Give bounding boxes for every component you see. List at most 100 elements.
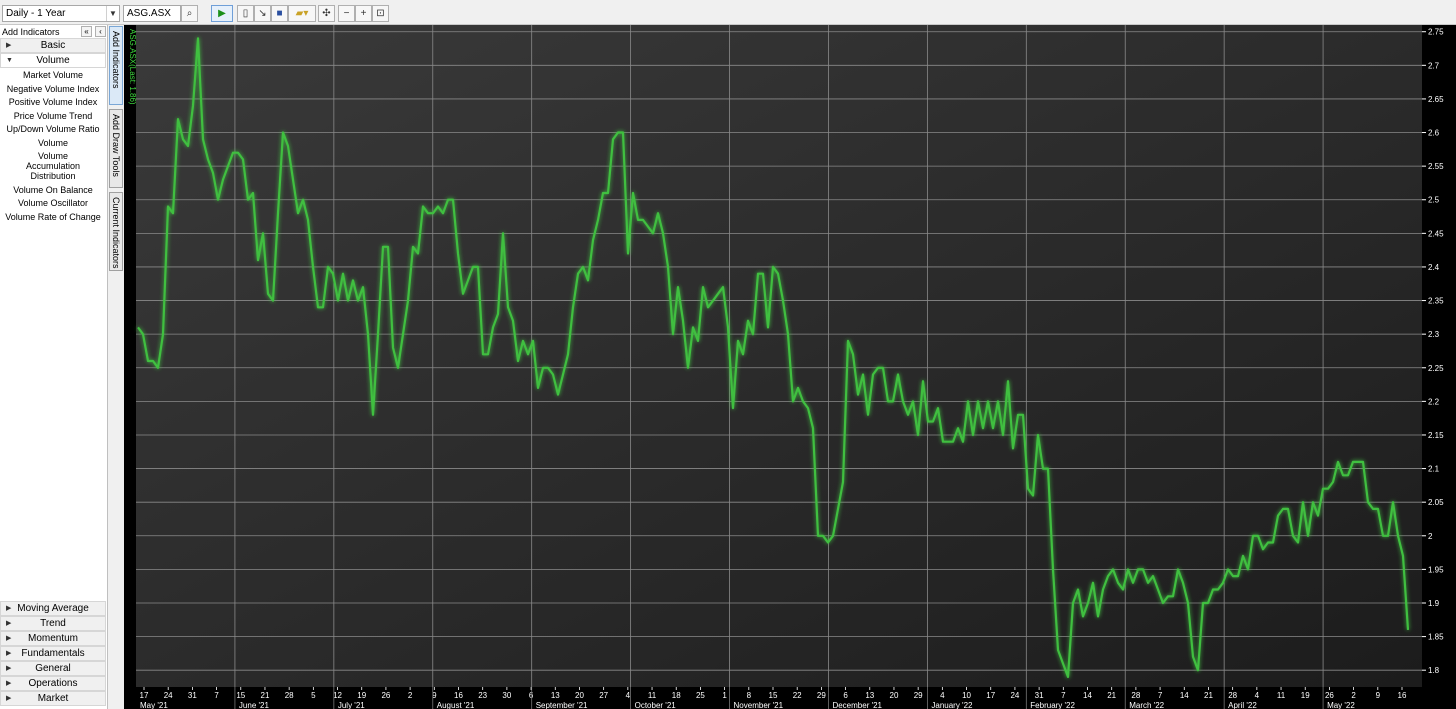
x-tick-label: 7: [1158, 691, 1163, 700]
category-moving-average[interactable]: ▶ Moving Average: [0, 601, 106, 616]
open-icon[interactable]: ▰▾: [288, 5, 316, 22]
chevron-left-icon[interactable]: ‹: [95, 26, 106, 37]
save-icon[interactable]: ■: [271, 5, 288, 22]
x-tick-label: 11: [1277, 691, 1286, 700]
settings-icon[interactable]: ✣: [318, 5, 335, 22]
x-tick-label: 25: [696, 691, 705, 700]
x-month-label: March '22: [1129, 701, 1164, 709]
indicator-item[interactable]: Volume Oscillator: [0, 196, 106, 210]
y-tick-label: 2.35: [1428, 297, 1444, 306]
chevron-right-icon: ▶: [6, 620, 12, 627]
y-tick-label: 2.15: [1428, 431, 1444, 440]
category-operations[interactable]: ▶ Operations: [0, 676, 106, 691]
chevron-down-icon: ▼: [6, 57, 13, 64]
indicator-item[interactable]: Volume Accumulation Distribution: [0, 149, 106, 183]
y-tick-label: 1.85: [1428, 633, 1444, 642]
category-label: General: [35, 663, 71, 674]
symbol-input[interactable]: ASG.ASX: [123, 5, 181, 22]
y-tick-label: 2.25: [1428, 364, 1444, 373]
indicator-item[interactable]: Price Volume Trend: [0, 109, 106, 123]
x-tick-label: 29: [914, 691, 923, 700]
double-chevron-left-icon[interactable]: «: [81, 26, 92, 37]
indicator-item[interactable]: Negative Volume Index: [0, 82, 106, 96]
tab-add-indicators[interactable]: Add Indicators: [109, 26, 123, 105]
indicator-item[interactable]: Volume Rate of Change: [0, 210, 106, 224]
x-tick-label: 22: [793, 691, 802, 700]
x-tick-label: 21: [1204, 691, 1213, 700]
indicator-item[interactable]: Volume On Balance: [0, 183, 106, 197]
export-icon[interactable]: ↘: [254, 5, 271, 22]
x-tick-label: 10: [962, 691, 971, 700]
chevron-right-icon: ▶: [6, 665, 12, 672]
category-basic[interactable]: ▶ Basic: [0, 38, 106, 53]
x-month-label: December '21: [832, 701, 882, 709]
x-tick-label: 19: [357, 691, 366, 700]
category-momentum[interactable]: ▶ Momentum: [0, 631, 106, 646]
y-tick-label: 2: [1428, 532, 1433, 541]
period-select-value: Daily - 1 Year: [6, 8, 66, 19]
x-month-label: October '21: [635, 701, 677, 709]
category-general[interactable]: ▶ General: [0, 661, 106, 676]
x-month-label: February '22: [1030, 701, 1075, 709]
x-month-label: August '21: [437, 701, 475, 709]
chevron-right-icon: ▶: [6, 680, 12, 687]
fit-icon[interactable]: ⊡: [372, 5, 389, 22]
category-label: Momentum: [27, 633, 78, 644]
y-tick-label: 2.05: [1428, 498, 1444, 507]
x-tick-label: 15: [236, 691, 245, 700]
y-tick-label: 2.3: [1428, 330, 1440, 339]
x-tick-label: 14: [1083, 691, 1092, 700]
category-volume[interactable]: ▼ Volume: [0, 53, 106, 68]
x-tick-label: 24: [1010, 691, 1019, 700]
zoom-in-icon[interactable]: +: [355, 5, 372, 22]
tab-current-indicators[interactable]: Current Indicators: [109, 192, 123, 271]
indicator-item[interactable]: Volume: [0, 136, 106, 150]
x-tick-label: 7: [1061, 691, 1066, 700]
indicator-item[interactable]: Up/Down Volume Ratio: [0, 122, 106, 136]
x-tick-label: 19: [1301, 691, 1310, 700]
y-tick-label: 1.9: [1428, 599, 1440, 608]
legend: ASG.ASX(Last: 1.86): [128, 29, 137, 105]
x-tick-label: 28: [1228, 691, 1237, 700]
x-tick-label: 18: [672, 691, 681, 700]
zoom-out-icon[interactable]: −: [338, 5, 355, 22]
search-icon[interactable]: ⌕: [181, 5, 198, 22]
indicator-item[interactable]: Market Volume: [0, 68, 106, 82]
y-tick-label: 2.6: [1428, 129, 1440, 138]
y-tick-label: 1.8: [1428, 666, 1440, 675]
x-tick-label: 27: [599, 691, 608, 700]
y-tick-label: 2.1: [1428, 465, 1440, 474]
x-tick-label: 14: [1180, 691, 1189, 700]
chevron-right-icon: ▶: [6, 42, 12, 49]
x-tick-label: 30: [502, 691, 511, 700]
x-tick-label: 15: [769, 691, 778, 700]
category-trend[interactable]: ▶ Trend: [0, 616, 106, 631]
category-label: Market: [37, 693, 69, 704]
x-tick-label: 17: [986, 691, 995, 700]
category-label: Operations: [28, 678, 78, 689]
tab-add-draw-tools[interactable]: Add Draw Tools: [109, 109, 123, 188]
x-tick-label: 31: [188, 691, 197, 700]
period-select[interactable]: Daily - 1 Year ▼: [2, 5, 120, 22]
play-icon[interactable]: ▶: [211, 5, 233, 22]
volume-indicator-list: Market Volume Negative Volume Index Posi…: [0, 68, 106, 223]
x-tick-label: 16: [454, 691, 463, 700]
x-tick-label: 20: [575, 691, 584, 700]
x-tick-label: 13: [865, 691, 874, 700]
chevron-right-icon: ▶: [6, 695, 12, 702]
x-tick-label: 21: [261, 691, 270, 700]
x-tick-label: 8: [747, 691, 752, 700]
new-icon[interactable]: ▯: [237, 5, 254, 22]
y-tick-label: 2.4: [1428, 263, 1440, 272]
x-tick-label: 16: [1398, 691, 1407, 700]
x-tick-label: 4: [940, 691, 945, 700]
chart-area[interactable]: 1.8 1.85 1.9 1.95 2 2.05 2.1 2.15 2.2 2.25 2.3 2.35…: [124, 25, 1456, 709]
x-tick-label: 2: [408, 691, 413, 700]
category-fundamentals[interactable]: ▶ Fundamentals: [0, 646, 106, 661]
indicator-item[interactable]: Positive Volume Index: [0, 95, 106, 109]
x-tick-label: 4: [1255, 691, 1260, 700]
category-label: Volume: [36, 55, 70, 66]
x-month-label: May '22: [1327, 701, 1355, 709]
category-market[interactable]: ▶ Market: [0, 691, 106, 706]
price-chart[interactable]: 1.8 1.85 1.9 1.95 2 2.05 2.1 2.15 2.2 2.25 2.3 2.35…: [124, 25, 1456, 709]
